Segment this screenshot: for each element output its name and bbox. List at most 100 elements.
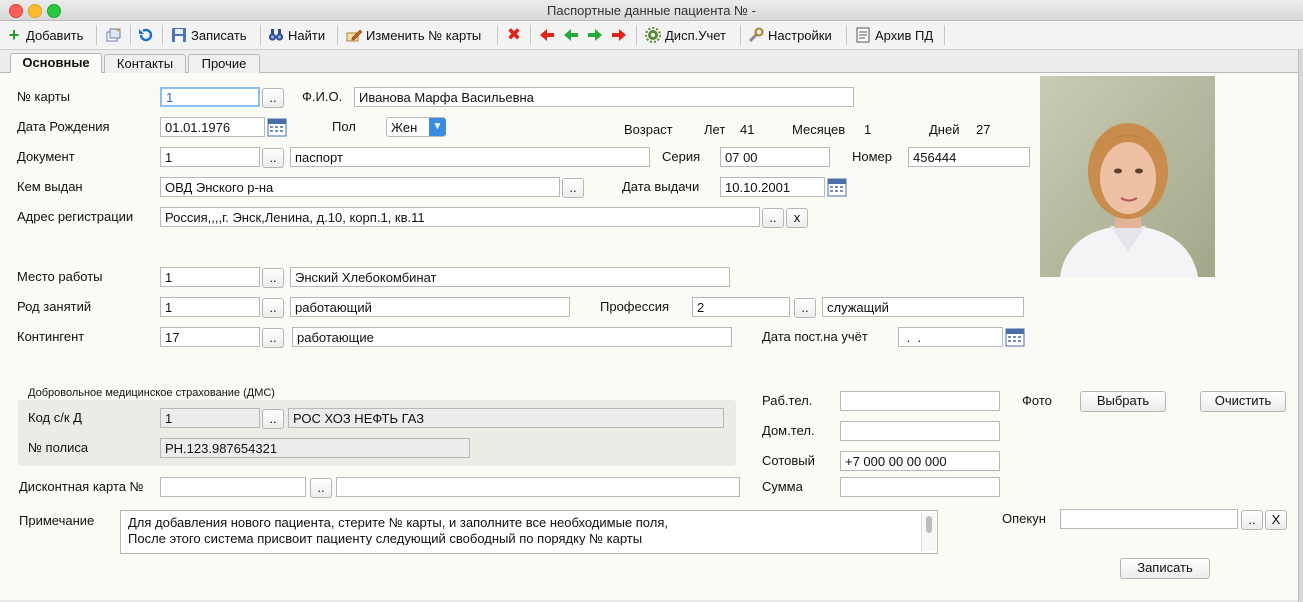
contingent-lookup-button[interactable]: .. [262, 328, 284, 348]
dob-input[interactable]: 01.01.1976 [160, 117, 265, 137]
save-toolbar-button[interactable]: Записать [171, 24, 247, 46]
number-input[interactable]: 456444 [908, 147, 1030, 167]
tab-other[interactable]: Прочие [188, 54, 260, 73]
policy-label: № полиса [28, 440, 89, 455]
guardian-clear-button[interactable]: X [1265, 510, 1287, 530]
profession-lookup-button[interactable]: .. [794, 298, 816, 318]
disp-button[interactable]: Дисп.Учет [645, 24, 726, 46]
undo-button[interactable] [137, 24, 157, 46]
issue-date-input[interactable]: 10.10.2001 [720, 177, 825, 197]
choose-photo-button[interactable]: Выбрать [1080, 391, 1166, 412]
contingent-code-input[interactable]: 17 [160, 327, 260, 347]
address-lookup-button[interactable]: .. [762, 208, 784, 228]
address-input[interactable]: Россия,,,,г. Энск,Ленина, д.10, корп.1, … [160, 207, 760, 227]
change-card-button[interactable]: Изменить № карты [346, 24, 481, 46]
document-code-input[interactable]: 1 [160, 147, 260, 167]
first-record-button[interactable] [539, 24, 559, 46]
mobile-input[interactable]: +7 000 00 00 000 [840, 451, 1000, 471]
insurer-lookup-button[interactable]: .. [262, 409, 284, 429]
document-lookup-button[interactable]: .. [262, 148, 284, 168]
notes-textarea[interactable]: Для добавления нового пациента, стерите … [120, 510, 938, 554]
save-button[interactable]: Записать [1120, 558, 1210, 579]
toolbar-separator [944, 25, 945, 45]
issued-by-label: Кем выдан [17, 179, 83, 194]
series-label: Серия [662, 149, 701, 164]
work-phone-label: Раб.тел. [762, 393, 813, 408]
tab-main[interactable]: Основные [10, 53, 102, 74]
sum-label: Сумма [762, 479, 803, 494]
delete-x-icon: ✖ [506, 25, 522, 44]
add-button[interactable]: + Добавить [6, 24, 84, 46]
months-value: 1 [864, 122, 872, 137]
registration-date-input[interactable]: . . [898, 327, 1003, 347]
toolbar-separator [636, 25, 637, 45]
sum-input[interactable] [840, 477, 1000, 497]
days-label: Дней [929, 122, 960, 137]
last-record-button[interactable] [611, 24, 631, 46]
document-name-input[interactable]: паспорт [290, 147, 650, 167]
delete-button[interactable]: ✖ [506, 24, 526, 46]
window-right-edge [1298, 50, 1303, 602]
toolbar-separator [96, 25, 97, 45]
notes-label: Примечание [19, 513, 95, 528]
discount-card-lookup-button[interactable]: .. [310, 478, 332, 498]
issued-by-lookup-button[interactable]: .. [562, 178, 584, 198]
registration-date-calendar-icon[interactable] [1005, 327, 1025, 347]
new-record-button[interactable] [105, 24, 125, 46]
arrow-left-green-icon [563, 27, 579, 43]
guardian-lookup-button[interactable]: .. [1241, 510, 1263, 530]
occupation-code-input[interactable]: 1 [160, 297, 260, 317]
clear-photo-button[interactable]: Очистить [1200, 391, 1286, 412]
issue-date-calendar-icon[interactable] [827, 177, 847, 197]
home-phone-input[interactable] [840, 421, 1000, 441]
contingent-label: Контингент [17, 329, 85, 344]
policy-input[interactable]: PH.123.987654321 [160, 438, 470, 458]
home-phone-label: Дом.тел. [762, 423, 815, 438]
dob-calendar-icon[interactable] [267, 117, 287, 137]
card-number-lookup-button[interactable]: .. [262, 88, 284, 108]
occupation-lookup-button[interactable]: .. [262, 298, 284, 318]
months-label: Месяцев [792, 122, 846, 137]
settings-button[interactable]: Настройки [748, 24, 832, 46]
fio-input[interactable]: Иванова Марфа Васильевна [354, 87, 854, 107]
undo-icon [137, 27, 153, 43]
discount-card-label: Дисконтная карта № [19, 479, 144, 494]
age-label: Возраст [624, 122, 673, 137]
profession-name-input[interactable]: служащий [822, 297, 1024, 317]
series-input[interactable]: 07 00 [720, 147, 830, 167]
toolbar-separator [846, 25, 847, 45]
occupation-name-input[interactable]: работающий [290, 297, 570, 317]
tab-contacts[interactable]: Контакты [104, 54, 186, 73]
new-record-icon [105, 27, 121, 43]
contingent-name-input[interactable]: работающие [292, 327, 732, 347]
insurer-name-input[interactable]: РОС ХОЗ НЕФТЬ ГАЗ [288, 408, 724, 428]
title-bar: Паспортные данные пациента № - [0, 0, 1303, 21]
sex-label: Пол [332, 119, 356, 134]
notes-scrollbar-thumb[interactable] [926, 516, 932, 533]
days-value: 27 [976, 122, 991, 137]
issued-by-input[interactable]: ОВД Энского р-на [160, 177, 560, 197]
next-record-button[interactable] [587, 24, 607, 46]
wrench-icon [748, 27, 764, 43]
archive-button[interactable]: Архив ПД [855, 24, 933, 46]
toolbar-separator [260, 25, 261, 45]
toolbar-separator [530, 25, 531, 45]
guardian-input[interactable] [1060, 509, 1238, 529]
find-button[interactable]: Найти [268, 24, 325, 46]
discount-card-name-input[interactable] [336, 477, 740, 497]
notes-scrollbar[interactable] [921, 513, 936, 551]
previous-record-button[interactable] [563, 24, 583, 46]
workplace-lookup-button[interactable]: .. [262, 268, 284, 288]
address-clear-button[interactable]: x [786, 208, 808, 228]
profession-code-input[interactable]: 2 [692, 297, 790, 317]
card-number-input[interactable]: 1 [160, 87, 260, 107]
workplace-name-input[interactable]: Энский Хлебокомбинат [290, 267, 730, 287]
mobile-label: Сотовый [762, 453, 815, 468]
work-phone-input[interactable] [840, 391, 1000, 411]
workplace-code-input[interactable]: 1 [160, 267, 260, 287]
chevron-down-icon[interactable]: ▼ [429, 118, 446, 136]
insurer-code-input[interactable]: 1 [160, 408, 260, 428]
discount-card-code-input[interactable] [160, 477, 306, 497]
card-number-label: № карты [17, 89, 71, 104]
insurer-label: Код с/к Д [28, 410, 82, 425]
